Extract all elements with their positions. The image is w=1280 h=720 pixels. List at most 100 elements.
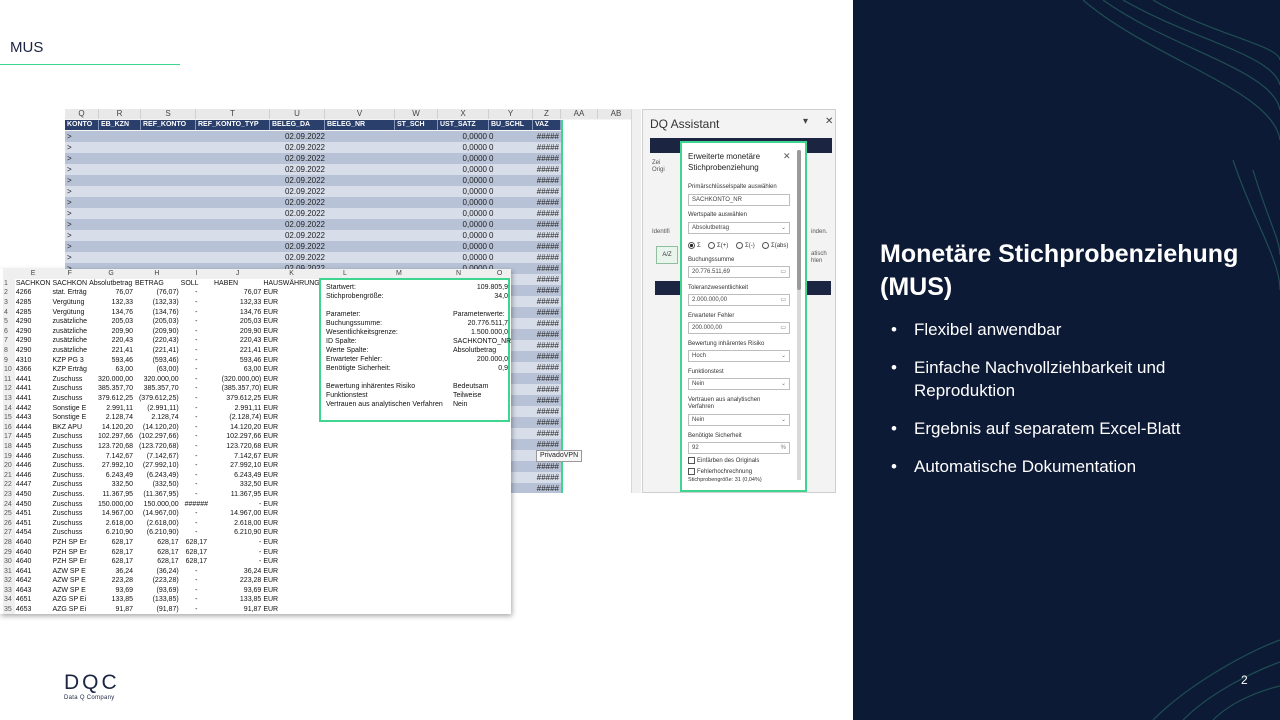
table-cell[interactable] (429, 442, 489, 452)
header-cell[interactable]: SOLL (180, 279, 213, 289)
table-cell[interactable]: (134,76) (134, 307, 180, 317)
table-cell[interactable]: 4290 (15, 327, 52, 337)
table-cell[interactable]: > (67, 186, 87, 197)
table-cell[interactable] (488, 605, 511, 614)
table-cell[interactable] (321, 442, 369, 452)
table-cell[interactable]: - (180, 528, 213, 538)
table-cell[interactable]: (36,24) (134, 566, 180, 576)
table-cell[interactable]: 628,17 (88, 557, 134, 567)
table-cell[interactable] (488, 566, 511, 576)
table-cell[interactable] (321, 528, 369, 538)
header-cell[interactable]: REF_KONTO (141, 120, 196, 130)
table-cell[interactable] (429, 595, 489, 605)
table-cell[interactable]: - (180, 394, 213, 404)
table-cell[interactable]: 332,50 (88, 480, 134, 490)
table-cell[interactable] (321, 423, 369, 433)
table-cell[interactable]: 27.992,10 (213, 461, 262, 471)
table-cell[interactable]: 132,33 (213, 298, 262, 308)
table-cell[interactable]: EUR (262, 538, 320, 548)
table-cell[interactable]: EUR (262, 432, 320, 442)
table-cell[interactable]: 123.720,68 (88, 442, 134, 452)
table-cell[interactable]: 2.618,00 (88, 518, 134, 528)
column-letter[interactable]: X (438, 109, 489, 119)
table-cell[interactable]: 02.09.2022 (270, 241, 325, 252)
table-cell[interactable] (321, 509, 369, 519)
table-cell[interactable]: ###### (180, 499, 213, 509)
table-cell[interactable]: 628,17 (180, 538, 213, 548)
table-cell[interactable]: PZH SP Er (51, 538, 88, 548)
close-icon[interactable]: ✕ (783, 151, 791, 162)
table-cell[interactable]: EUR (262, 547, 320, 557)
table-cell[interactable]: ##### (533, 285, 559, 296)
column-letter[interactable]: Q (65, 109, 99, 119)
table-cell[interactable]: 0,0000 (438, 142, 487, 153)
table-cell[interactable] (488, 576, 511, 586)
table-cell[interactable] (321, 470, 369, 480)
table-cell[interactable] (321, 576, 369, 586)
table-cell[interactable]: (123.720,68) (134, 442, 180, 452)
table-cell[interactable]: - (180, 480, 213, 490)
table-cell[interactable]: 385.357,70 (134, 384, 180, 394)
table-cell[interactable]: Zuschuss (51, 480, 88, 490)
table-cell[interactable]: 628,17 (88, 547, 134, 557)
table-cell[interactable]: - (180, 461, 213, 471)
table-cell[interactable]: EUR (262, 423, 320, 433)
table-cell[interactable]: (14.967,00) (134, 509, 180, 519)
table-cell[interactable]: (14.120,20) (134, 423, 180, 433)
table-cell[interactable]: 14.120,20 (88, 423, 134, 433)
column-letter[interactable]: F (51, 269, 89, 279)
row-number[interactable]: 20 (3, 460, 15, 471)
table-cell[interactable] (488, 432, 511, 442)
table-cell[interactable] (429, 499, 489, 509)
table-cell[interactable]: 0 (489, 208, 499, 219)
table-cell[interactable]: > (67, 208, 87, 219)
table-cell[interactable]: 6.243,49 (213, 470, 262, 480)
column-letter[interactable]: T (196, 109, 270, 119)
table-cell[interactable]: 102.297,66 (213, 432, 262, 442)
table-cell[interactable]: 4441 (15, 384, 52, 394)
table-cell[interactable]: 0,0000 (438, 241, 487, 252)
table-cell[interactable] (369, 518, 429, 528)
table-cell[interactable]: - (180, 576, 213, 586)
table-cell[interactable]: (223,28) (134, 576, 180, 586)
empty-columns[interactable] (563, 120, 634, 493)
table-cell[interactable] (321, 518, 369, 528)
table-cell[interactable]: 0,0000 (438, 219, 487, 230)
header-cell[interactable]: BELEG_DA (270, 120, 325, 130)
table-cell[interactable]: 36,24 (213, 566, 262, 576)
table-cell[interactable] (321, 586, 369, 596)
table-cell[interactable]: EUR (262, 317, 320, 327)
radio-sum-abs[interactable]: Σ(abs) (762, 241, 788, 251)
row-number[interactable]: 34 (3, 595, 15, 605)
table-cell[interactable]: PZH SP Er (51, 557, 88, 567)
table-cell[interactable]: 628,17 (134, 538, 180, 548)
table-cell[interactable]: 27.992,10 (88, 461, 134, 471)
table-cell[interactable]: 02.09.2022 (270, 131, 325, 142)
header-cell[interactable]: EB_KZN (99, 120, 141, 130)
table-cell[interactable]: - (180, 470, 213, 480)
table-cell[interactable]: 4285 (15, 307, 52, 317)
table-cell[interactable]: AZG SP Ei (51, 595, 88, 605)
table-cell[interactable]: EUR (262, 346, 320, 356)
table-cell[interactable] (488, 547, 511, 557)
table-cell[interactable]: ##### (533, 406, 559, 417)
table-cell[interactable] (321, 605, 369, 614)
table-cell[interactable]: EUR (262, 307, 320, 317)
table-cell[interactable]: EUR (262, 365, 320, 375)
table-cell[interactable]: 123.720,68 (213, 442, 262, 452)
header-cell[interactable]: REF_KONTO_TYP (196, 120, 270, 130)
table-cell[interactable]: Zuschuss (51, 384, 88, 394)
radio-sum[interactable]: Σ (688, 241, 701, 251)
dialog-scrollbar[interactable] (797, 150, 801, 480)
column-letter[interactable]: S (141, 109, 196, 119)
table-cell[interactable]: 0 (489, 131, 499, 142)
table-cell[interactable]: EUR (262, 528, 320, 538)
table-cell[interactable]: 11.367,95 (213, 490, 262, 500)
column-letter[interactable]: AB (598, 109, 634, 119)
table-cell[interactable]: 150.000,00 (88, 499, 134, 509)
table-cell[interactable]: - (180, 442, 213, 452)
table-cell[interactable]: ##### (533, 373, 559, 384)
table-cell[interactable] (369, 557, 429, 567)
table-cell[interactable]: EUR (262, 375, 320, 385)
table-cell[interactable]: EUR (262, 355, 320, 365)
